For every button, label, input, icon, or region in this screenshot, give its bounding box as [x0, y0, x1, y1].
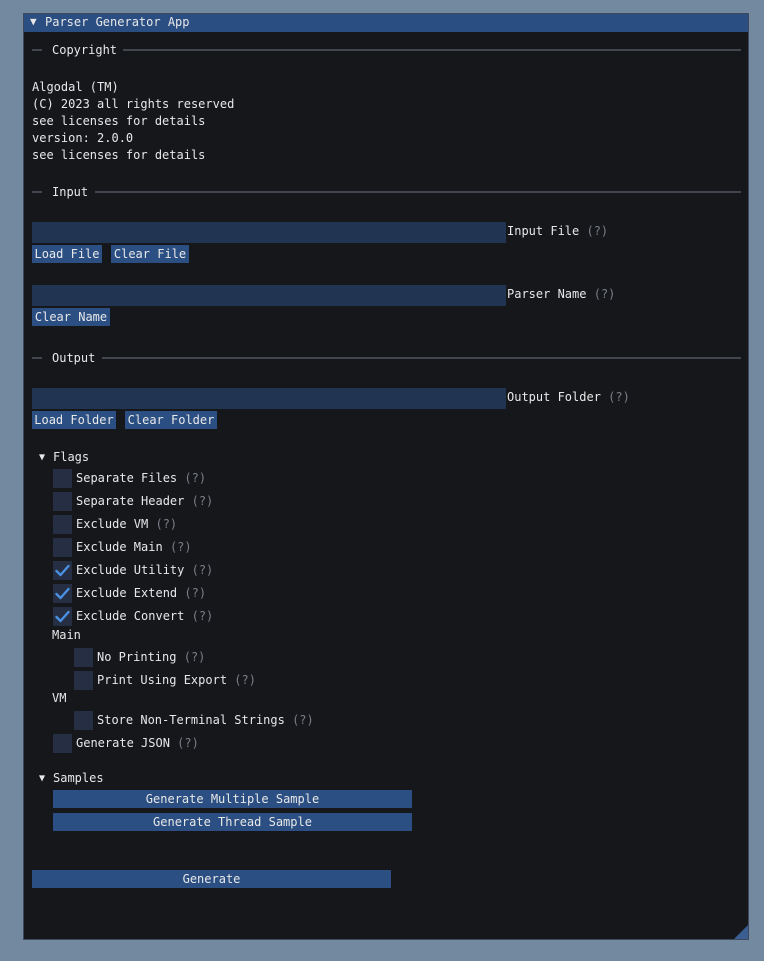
checkbox-label[interactable]: Exclude VM (?) [76, 516, 177, 533]
samples-tree-node[interactable]: Samples [53, 771, 104, 785]
clear-name-button[interactable]: Clear Name [32, 308, 110, 326]
separator-line [95, 191, 741, 193]
input-file-label: Input File (?) [507, 224, 609, 238]
window-title: Parser Generator App [45, 15, 190, 29]
separator-line [102, 357, 741, 359]
checkbox[interactable] [74, 671, 93, 690]
checkbox-label[interactable]: Generate JSON (?) [76, 735, 199, 752]
collapse-arrow-icon[interactable]: ▼ [30, 15, 37, 28]
help-marker[interactable]: (?) [177, 736, 199, 750]
tree-expand-arrow-icon[interactable]: ▼ [39, 773, 45, 784]
checkbox[interactable] [74, 711, 93, 730]
checkbox-label-text: Exclude Utility [76, 563, 185, 577]
help-marker[interactable]: (?) [184, 650, 206, 664]
separator-line [32, 357, 42, 359]
separator-line [32, 49, 42, 51]
checkbox[interactable] [74, 648, 93, 667]
checkbox[interactable] [53, 584, 72, 603]
separator-line [32, 191, 42, 193]
input-file-field[interactable] [32, 222, 506, 243]
checkmark-icon [55, 587, 70, 600]
checkbox-label[interactable]: Exclude Main (?) [76, 539, 192, 556]
resize-grip[interactable] [734, 925, 748, 939]
help-marker[interactable]: (?) [192, 494, 214, 508]
output-header: Output [52, 351, 96, 365]
input-header: Input [52, 185, 89, 199]
copyright-line: version: 2.0.0 [32, 131, 134, 145]
tree-expand-arrow-icon[interactable]: ▼ [39, 452, 45, 463]
checkbox-label[interactable]: Exclude Convert (?) [76, 608, 213, 625]
clear-file-button[interactable]: Clear File [111, 245, 189, 263]
output-folder-field[interactable] [32, 388, 506, 409]
copyright-line: see licenses for details [32, 114, 206, 128]
help-marker[interactable]: (?) [155, 517, 177, 531]
checkbox-label-text: Separate Header [76, 494, 185, 508]
parser-name-field[interactable] [32, 285, 506, 306]
help-marker[interactable]: (?) [170, 540, 192, 554]
checkbox-label[interactable]: Print Using Export (?) [97, 672, 256, 689]
load-folder-button[interactable]: Load Folder [32, 411, 116, 429]
copyright-line: Algodal (TM) [32, 80, 119, 94]
checkbox-label-text: Separate Files [76, 471, 178, 485]
checkbox-label-text: Exclude Extend [76, 586, 178, 600]
checkbox[interactable] [53, 492, 72, 511]
copyright-header: Copyright [52, 43, 118, 57]
checkbox-label-text: Store Non-Terminal Strings [97, 713, 285, 727]
parser-generator-window: ▼ Parser Generator App Copyright Algodal… [23, 13, 749, 940]
checkbox-label[interactable]: No Printing (?) [97, 649, 205, 666]
parser-name-label: Parser Name (?) [507, 287, 616, 301]
checkmark-icon [55, 564, 70, 577]
help-marker[interactable]: (?) [292, 713, 314, 727]
help-marker[interactable]: (?) [192, 563, 214, 577]
checkbox[interactable] [53, 607, 72, 626]
help-marker[interactable]: (?) [608, 390, 630, 404]
copyright-line: (C) 2023 all rights reserved [32, 97, 235, 111]
checkbox-label[interactable]: Exclude Extend (?) [76, 585, 206, 602]
load-file-button[interactable]: Load File [32, 245, 102, 263]
checkbox[interactable] [53, 538, 72, 557]
checkbox[interactable] [53, 734, 72, 753]
flags-tree-node[interactable]: Flags [53, 450, 89, 464]
checkbox[interactable] [53, 515, 72, 534]
help-marker[interactable]: (?) [586, 224, 608, 238]
help-marker[interactable]: (?) [184, 586, 206, 600]
window-titlebar[interactable]: ▼ Parser Generator App [24, 14, 748, 32]
checkbox[interactable] [53, 561, 72, 580]
generate-button[interactable]: Generate [32, 870, 391, 888]
help-marker[interactable]: (?) [234, 673, 256, 687]
help-marker[interactable]: (?) [594, 287, 616, 301]
checkbox-label-text: Exclude Main [76, 540, 163, 554]
separator-line [123, 49, 741, 51]
checkbox-label[interactable]: Separate Header (?) [76, 493, 213, 510]
main-group-label: Main [52, 628, 81, 642]
generate-multiple-sample-button[interactable]: Generate Multiple Sample [53, 790, 412, 808]
checkbox-label-text: Exclude Convert [76, 609, 185, 623]
copyright-line: see licenses for details [32, 148, 206, 162]
checkbox-label-text: Exclude VM [76, 517, 149, 531]
checkbox-label[interactable]: Separate Files (?) [76, 470, 206, 487]
checkbox-label[interactable]: Store Non-Terminal Strings (?) [97, 712, 314, 729]
checkmark-icon [55, 610, 70, 623]
output-folder-label: Output Folder (?) [507, 390, 630, 404]
checkbox-label-text: Generate JSON [76, 736, 170, 750]
checkbox-label-text: No Printing [97, 650, 177, 664]
help-marker[interactable]: (?) [184, 471, 206, 485]
checkbox-label[interactable]: Exclude Utility (?) [76, 562, 213, 579]
vm-group-label: VM [52, 691, 67, 705]
help-marker[interactable]: (?) [192, 609, 214, 623]
clear-folder-button[interactable]: Clear Folder [125, 411, 217, 429]
checkbox-label-text: Print Using Export [97, 673, 228, 687]
generate-thread-sample-button[interactable]: Generate Thread Sample [53, 813, 412, 831]
checkbox[interactable] [53, 469, 72, 488]
